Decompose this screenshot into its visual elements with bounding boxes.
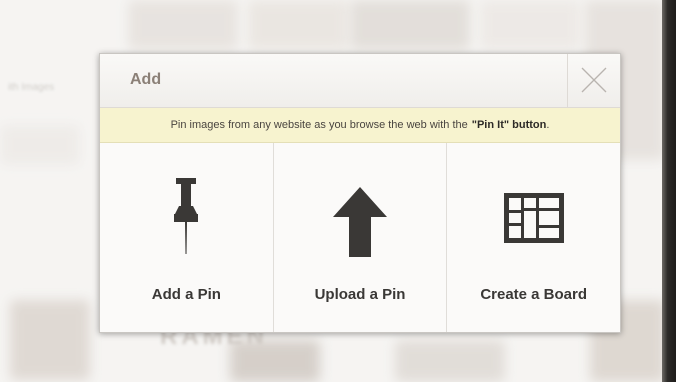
pin-it-button-link[interactable]: "Pin It" button [472, 119, 547, 131]
add-pin-label: Add a Pin [151, 286, 221, 303]
dialog-title: Add [130, 71, 162, 88]
close-icon [581, 67, 607, 93]
create-board-option[interactable]: Create a Board [446, 143, 621, 332]
window-edge-shadow [662, 0, 676, 382]
close-button[interactable] [567, 54, 620, 107]
upload-pin-option[interactable]: Upload a Pin [272, 143, 447, 332]
notice-text: Pin images from any website as you brows… [170, 119, 468, 131]
upload-pin-label: Upload a Pin [314, 286, 406, 303]
create-board-label: Create a Board [480, 286, 588, 303]
pin-it-notice: Pin images from any website as you brows… [100, 108, 620, 143]
add-pin-option[interactable]: Add a Pin [100, 143, 273, 332]
board-grid-icon [503, 193, 564, 243]
dialog-header: Add [100, 54, 620, 108]
add-options: Add a Pin Upload a Pin Create a Board [100, 143, 621, 332]
notice-suffix: . [546, 119, 550, 131]
up-arrow-icon [333, 187, 387, 257]
add-dialog: Add Pin images from any website as you b… [99, 53, 621, 333]
pushpin-icon [174, 178, 199, 254]
